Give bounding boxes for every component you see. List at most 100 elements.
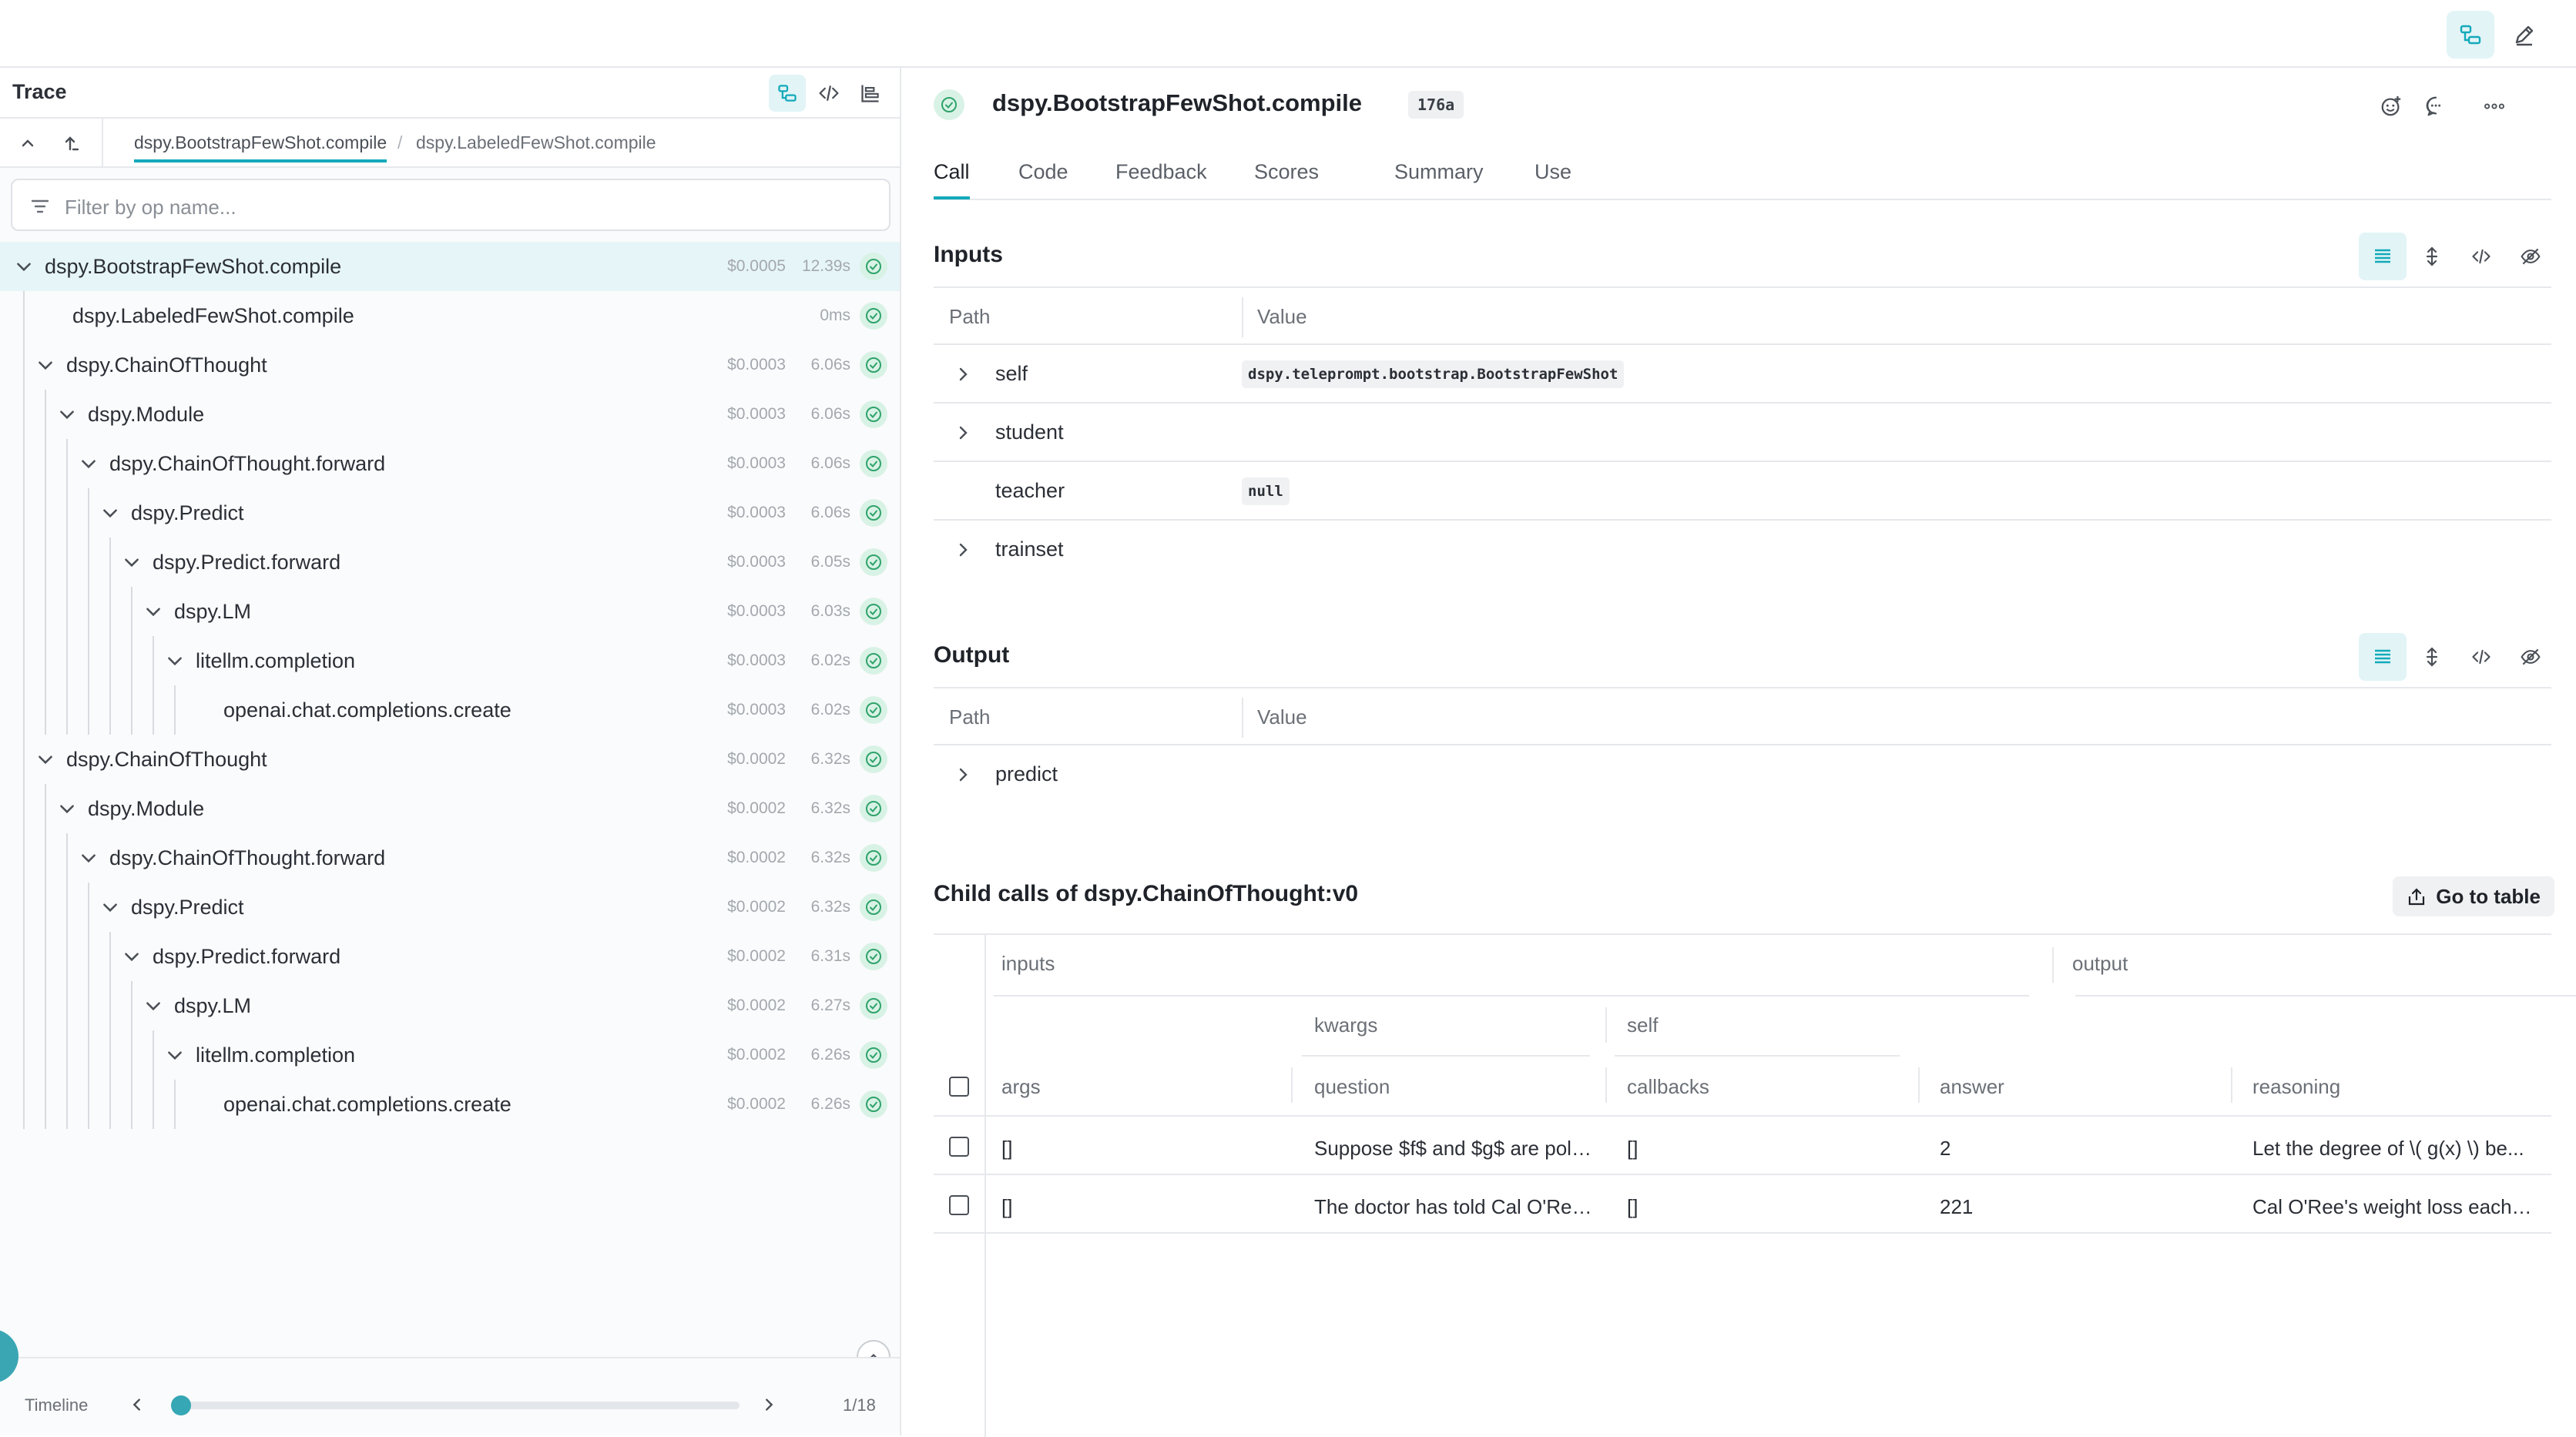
breadcrumb-item-bootstrap[interactable]: dspy.BootstrapFewShot.compile	[134, 132, 387, 162]
trace-tree-row[interactable]: dspy.LM $0.0002 6.27s	[0, 981, 900, 1030]
tree-guide-line	[174, 685, 176, 735]
trace-view-button[interactable]	[2447, 11, 2494, 59]
hide-button[interactable]	[2507, 233, 2554, 280]
cell-args[interactable]: []	[1001, 1195, 1279, 1219]
trace-tree-row[interactable]: dspy.ChainOfThought $0.0002 6.32s	[0, 735, 900, 784]
chevron-down-icon[interactable]	[100, 503, 120, 523]
trace-tree-row[interactable]: openai.chat.completions.create $0.0003 6.0…	[0, 685, 900, 735]
cell-callbacks[interactable]: []	[1627, 1137, 1904, 1161]
chevron-down-icon[interactable]	[165, 1045, 185, 1065]
trace-tree-row[interactable]: dspy.LM $0.0003 6.03s	[0, 587, 900, 636]
tab-call[interactable]: Call	[934, 160, 970, 199]
expand-vertical-icon	[2426, 246, 2438, 266]
args-column-header: args	[1001, 1075, 1041, 1098]
timeline-slider-handle[interactable]	[171, 1395, 191, 1415]
chevron-down-icon[interactable]	[79, 848, 99, 868]
trace-tree-row[interactable]: dspy.Predict $0.0003 6.06s	[0, 488, 900, 538]
chevron-down-icon[interactable]	[57, 799, 77, 819]
tab-code[interactable]: Code	[1018, 160, 1068, 196]
inputs-group-header: inputs	[1001, 952, 1055, 975]
cell-reasoning[interactable]: Let the degree of \( g(x) \) be...	[2252, 1137, 2534, 1161]
trace-tree-row[interactable]: dspy.BootstrapFewShot.compile $0.0005 12.3…	[0, 242, 900, 291]
edit-button[interactable]	[2501, 11, 2548, 59]
flamegraph-view-button[interactable]	[852, 75, 889, 112]
chevron-down-icon[interactable]	[143, 601, 163, 621]
code-view-button[interactable]	[810, 75, 847, 112]
trace-tree-row[interactable]: dspy.Predict.forward $0.0003 6.05s	[0, 538, 900, 587]
select-all-checkbox[interactable]	[949, 1077, 969, 1097]
trace-tree-row[interactable]: dspy.Module $0.0002 6.32s	[0, 784, 900, 833]
row-checkbox[interactable]	[949, 1195, 969, 1215]
input-row-student[interactable]: student	[934, 404, 2551, 462]
timeline-prev-button[interactable]	[123, 1391, 151, 1419]
trace-op-duration: 6.26s	[810, 1046, 850, 1064]
trace-op-duration: 6.06s	[810, 504, 850, 521]
expand-all-button[interactable]	[2408, 633, 2456, 681]
list-view-button[interactable]	[2359, 633, 2407, 681]
cell-callbacks[interactable]: []	[1627, 1195, 1904, 1219]
trace-tree-row[interactable]: litellm.completion $0.0002 6.26s	[0, 1030, 900, 1080]
chevron-down-icon[interactable]	[35, 749, 55, 769]
version-badge[interactable]: 176a	[1408, 91, 1464, 119]
cell-answer[interactable]: 2	[1940, 1137, 2217, 1161]
trace-op-duration: 6.26s	[810, 1095, 850, 1113]
input-row-trainset[interactable]: trainset	[934, 521, 2551, 579]
tree-guide-line	[109, 932, 111, 1129]
filter-input[interactable]: Filter by op name...	[11, 179, 891, 231]
trace-op-cost: $0.0003	[727, 553, 786, 571]
path-column-header: Path	[949, 305, 991, 328]
chevron-down-icon[interactable]	[35, 355, 55, 375]
json-view-button[interactable]	[2457, 633, 2505, 681]
trace-tree-row[interactable]: dspy.LabeledFewShot.compile 0ms	[0, 291, 900, 340]
trace-op-cost: $0.0003	[727, 602, 786, 620]
add-reaction-button[interactable]	[2376, 91, 2407, 122]
output-row-predict[interactable]: predict	[934, 745, 2551, 804]
chevron-down-icon[interactable]	[57, 404, 77, 424]
trace-tree-row[interactable]: dspy.ChainOfThought $0.0003 6.06s	[0, 340, 900, 390]
chevron-down-icon[interactable]	[14, 256, 34, 276]
tab-use[interactable]: Use	[1535, 160, 1571, 196]
collapse-up-button[interactable]	[9, 125, 46, 162]
code-icon	[2472, 649, 2490, 665]
chevron-down-icon[interactable]	[122, 552, 142, 572]
list-view-button[interactable]	[2359, 233, 2407, 280]
chevron-down-icon[interactable]	[79, 454, 99, 474]
comment-button[interactable]	[2420, 91, 2451, 122]
success-icon	[934, 89, 964, 120]
expand-all-button[interactable]	[2408, 233, 2456, 280]
chevron-down-icon[interactable]	[143, 996, 163, 1016]
input-row-self[interactable]: self dspy.teleprompt.bootstrap.Bootstrap…	[934, 345, 2551, 404]
json-view-button[interactable]	[2457, 233, 2505, 280]
cell-args[interactable]: []	[1001, 1137, 1279, 1161]
chevron-down-icon[interactable]	[100, 897, 120, 917]
trace-tree-row[interactable]: openai.chat.completions.create $0.0002 6.2…	[0, 1080, 900, 1129]
trace-op-duration: 6.27s	[810, 997, 850, 1014]
trace-tree-row[interactable]: dspy.ChainOfThought.forward $0.0002 6.32s	[0, 833, 900, 883]
tree-view-button[interactable]	[769, 75, 806, 112]
cell-question[interactable]: The doctor has told Cal O'Reilly...	[1314, 1195, 1596, 1219]
hide-button[interactable]	[2507, 633, 2554, 681]
more-options-button[interactable]	[2479, 91, 2510, 122]
tab-summary[interactable]: Summary	[1394, 160, 1484, 196]
trace-op-name: dspy.LabeledFewShot.compile	[72, 304, 354, 327]
tree-guide-line	[45, 390, 46, 735]
cell-question[interactable]: Suppose $f$ and $g$ are polynomials...	[1314, 1137, 1596, 1161]
trace-tree-row[interactable]: dspy.Predict.forward $0.0002 6.31s	[0, 932, 900, 981]
cell-answer[interactable]: 221	[1940, 1195, 2217, 1219]
chevron-down-icon[interactable]	[122, 946, 142, 966]
tab-scores[interactable]: Scores	[1254, 160, 1319, 196]
trace-tree-row[interactable]: dspy.ChainOfThought.forward $0.0003 6.06s	[0, 439, 900, 488]
trace-tree-row[interactable]: litellm.completion $0.0003 6.02s	[0, 636, 900, 685]
success-icon	[860, 598, 887, 625]
trace-tree-row[interactable]: dspy.Module $0.0003 6.06s	[0, 390, 900, 439]
trace-tree-row[interactable]: dspy.Predict $0.0002 6.32s	[0, 883, 900, 932]
cell-reasoning[interactable]: Cal O'Ree's weight loss each week...	[2252, 1195, 2534, 1219]
row-checkbox[interactable]	[949, 1137, 969, 1157]
breadcrumb-item-labeled[interactable]: dspy.LabeledFewShot.compile	[416, 132, 656, 153]
tab-feedback[interactable]: Feedback	[1115, 160, 1207, 196]
go-to-table-button[interactable]: Go to table	[2393, 876, 2554, 916]
go-to-parent-button[interactable]	[54, 125, 91, 162]
timeline-slider-track[interactable]	[179, 1402, 740, 1409]
chevron-down-icon[interactable]	[165, 651, 185, 671]
timeline-next-button[interactable]	[755, 1391, 783, 1419]
